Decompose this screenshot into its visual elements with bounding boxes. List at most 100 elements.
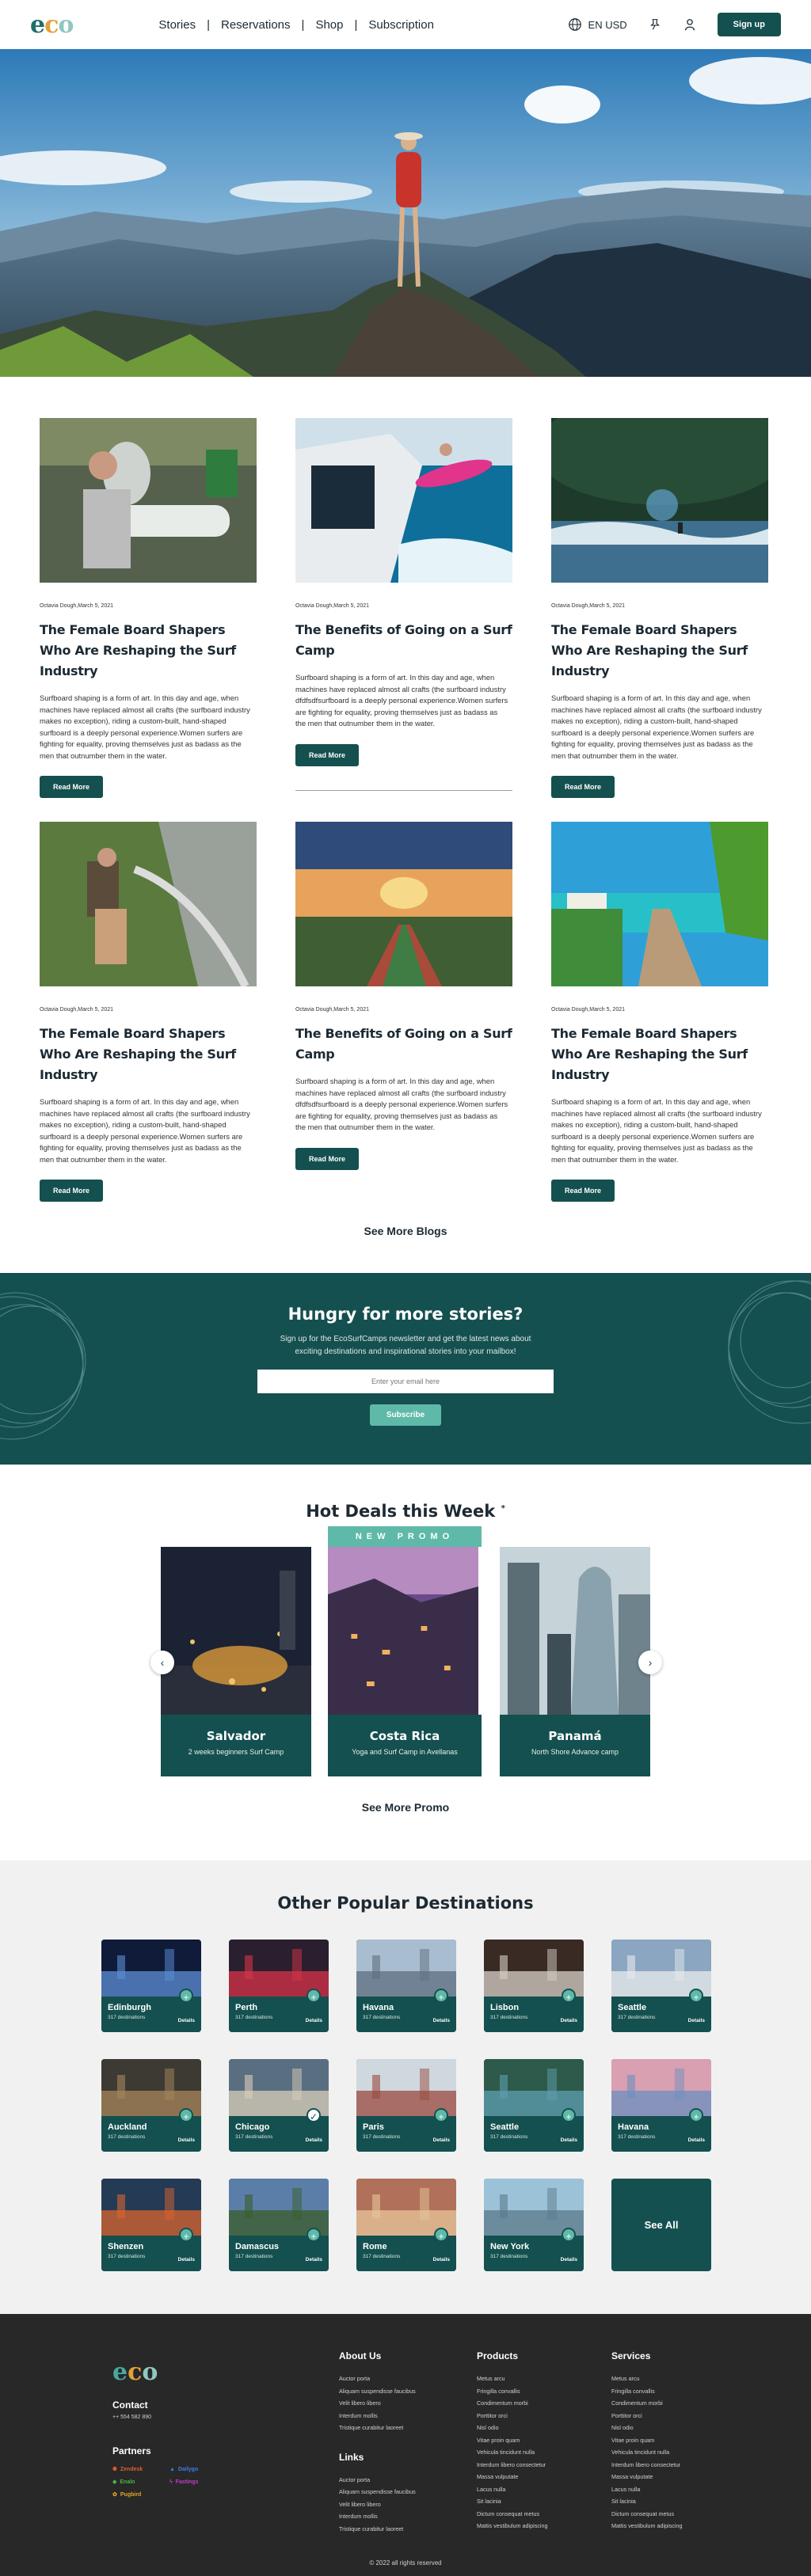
details-link[interactable]: Details [178,2257,195,2263]
plus-icon[interactable]: + [179,2108,193,2122]
footer-link[interactable]: Vehicula tincidunt nulla [611,2446,682,2459]
destination-card[interactable]: New York 317 destinations Details + [484,2179,584,2271]
blog-title[interactable]: The Benefits of Going on a Surf Camp [295,620,512,661]
footer-link[interactable]: Dictum consequat metus [477,2508,547,2521]
blog-title[interactable]: The Benefits of Going on a Surf Camp [295,1024,512,1065]
blog-title[interactable]: The Female Board Shapers Who Are Reshapi… [40,1024,257,1085]
footer-link[interactable]: Vitae proin quam [611,2434,682,2447]
blog-title[interactable]: The Female Board Shapers Who Are Reshapi… [40,620,257,682]
blog-title[interactable]: The Female Board Shapers Who Are Reshapi… [551,620,768,682]
carousel-next-button[interactable]: › [638,1651,662,1674]
footer-link[interactable]: Sit lacinia [611,2495,682,2508]
details-link[interactable]: Details [178,2018,195,2023]
plus-icon[interactable]: + [562,2108,576,2122]
user-icon[interactable] [683,17,697,32]
read-more-button[interactable]: Read More [40,776,104,798]
footer-link[interactable]: Massa vulputate [611,2471,682,2483]
nav-link-stories[interactable]: Stories [158,18,196,32]
details-link[interactable]: Details [433,2018,450,2023]
nav-link-subscription[interactable]: Subscription [368,18,434,32]
footer-link[interactable]: Mattis vestibulum adipiscing [611,2520,682,2532]
plus-icon[interactable]: + [179,1989,193,2003]
footer-link[interactable]: Vitae proin quam [477,2434,547,2447]
footer-link[interactable]: Tristique curabitur laoreet [339,2523,416,2536]
footer-link[interactable]: Sit lacinia [477,2495,547,2508]
plus-icon[interactable]: + [689,1989,703,2003]
footer-link[interactable]: Interdum libero consectetur [611,2459,682,2472]
plus-icon[interactable]: + [434,2108,448,2122]
nav-link-shop[interactable]: Shop [315,18,343,32]
footer-link[interactable]: Tristique curabitur laoreet [339,2422,416,2434]
deal-card[interactable]: Salvador 2 weeks beginners Surf Camp [161,1547,311,1776]
footer-link[interactable]: Interdum mollis [339,2510,416,2523]
plus-icon[interactable]: + [562,1989,576,2003]
footer-link[interactable]: Aliquam suspendisse faucibus [339,2385,416,2398]
partner-logo[interactable]: ϟ Fastings [169,2479,227,2485]
carousel-prev-button[interactable]: ‹ [150,1651,174,1674]
destination-card[interactable]: Edinburgh 317 destinations Details + [101,1940,201,2032]
partner-logo[interactable]: ✺ Zendesk [112,2466,169,2473]
footer-link[interactable]: Vehicula tincidunt nulla [477,2446,547,2459]
blog-image[interactable] [40,822,257,986]
read-more-button[interactable]: Read More [551,1180,615,1202]
read-more-button[interactable]: Read More [40,1180,104,1202]
destination-card[interactable]: Shenzen 317 destinations Details + [101,2179,201,2271]
footer-link[interactable]: Porttitor orci [477,2410,547,2422]
destination-card[interactable]: Perth 317 destinations Details + [229,1940,329,2032]
footer-link[interactable]: Nisl odio [611,2422,682,2434]
see-more-promo-link[interactable]: See More Promo [0,1801,811,1814]
language-currency-selector[interactable]: EN USD [568,17,627,32]
see-more-blogs-link[interactable]: See More Blogs [40,1225,771,1237]
blog-image[interactable] [295,418,512,583]
footer-link[interactable]: Fringilla convallis [477,2385,547,2398]
partner-logo[interactable]: ✿ Pugbird [112,2491,169,2498]
footer-link[interactable]: Massa vulputate [477,2471,547,2483]
details-link[interactable]: Details [306,2018,322,2023]
destination-card[interactable]: Damascus 317 destinations Details + [229,2179,329,2271]
footer-link[interactable]: Porttitor orci [611,2410,682,2422]
blog-image[interactable] [40,418,257,583]
partner-logo[interactable]: ◆ Enalo [112,2479,169,2486]
details-link[interactable]: Details [433,2257,450,2263]
sign-up-button[interactable]: Sign up [717,13,781,36]
details-link[interactable]: Details [688,2137,705,2143]
footer-link[interactable]: Auctor porta [339,2373,416,2385]
read-more-button[interactable]: Read More [295,1147,360,1170]
destination-card[interactable]: Lisbon 317 destinations Details + [484,1940,584,2032]
details-link[interactable]: Details [688,2018,705,2023]
read-more-button[interactable]: Read More [551,776,615,798]
destination-card[interactable]: Paris 317 destinations Details + [356,2059,456,2152]
footer-link[interactable]: Metus arcu [611,2373,682,2385]
pin-icon[interactable] [648,17,662,32]
blog-image[interactable] [551,418,768,583]
plus-icon[interactable]: + [179,2228,193,2242]
contact-phone[interactable]: ++ 554 582 890 [112,2415,151,2420]
subscribe-button[interactable]: Subscribe [369,1404,442,1426]
plus-icon[interactable]: + [689,2108,703,2122]
footer-link[interactable]: Lacus nulla [611,2483,682,2496]
details-link[interactable]: Details [306,2257,322,2263]
footer-link[interactable]: Lacus nulla [477,2483,547,2496]
destination-card[interactable]: Auckland 317 destinations Details + [101,2059,201,2152]
partner-logo[interactable]: ▲ Dailygo [169,2466,227,2472]
see-all-destinations-button[interactable]: See All [611,2179,711,2271]
plus-icon[interactable]: + [434,2228,448,2242]
details-link[interactable]: Details [561,2257,577,2263]
destination-card[interactable]: Havana 317 destinations Details + [611,2059,711,2152]
details-link[interactable]: Details [561,2018,577,2023]
nav-link-reservations[interactable]: Reservations [221,18,291,32]
blog-image[interactable] [295,822,512,986]
logo[interactable]: eco [30,11,74,39]
destination-card[interactable]: Seattle 317 destinations Details + [611,1940,711,2032]
footer-link[interactable]: Aliquam suspendisse faucibus [339,2486,416,2498]
footer-link[interactable]: Condimentum morbi [477,2397,547,2410]
destination-card[interactable]: Havana 317 destinations Details + [356,1940,456,2032]
destination-card[interactable]: Chicago 317 destinations Details ✓ [229,2059,329,2152]
footer-link[interactable]: Dictum consequat metus [611,2508,682,2521]
plus-icon[interactable]: + [434,1989,448,2003]
destination-card[interactable]: Seattle 317 destinations Details + [484,2059,584,2152]
plus-icon[interactable]: + [307,2228,321,2242]
details-link[interactable]: Details [561,2137,577,2143]
blog-image[interactable] [551,822,768,986]
check-icon[interactable]: ✓ [307,2108,321,2122]
